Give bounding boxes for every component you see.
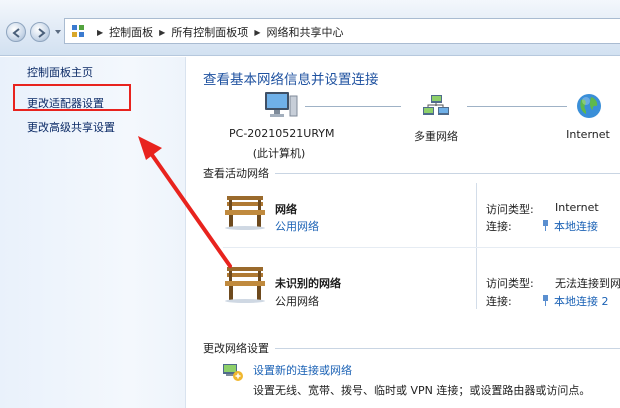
this-computer-label: (此计算机): [252, 147, 306, 160]
breadcrumb[interactable]: ▶ 控制面板 ▶ 所有控制面板项 ▶ 网络和共享中心: [64, 18, 620, 44]
access-type-label: 访问类型:: [486, 203, 534, 216]
connection-label: 连接:: [486, 220, 512, 233]
change-settings-title: 更改网络设置: [203, 342, 269, 355]
page-title: 查看基本网络信息并设置连接: [203, 72, 379, 88]
connection-name: 本地连接: [554, 220, 598, 233]
highlight-box: [13, 84, 131, 111]
network-type: 公用网络: [275, 295, 319, 308]
divider: [275, 348, 620, 349]
multiple-networks-icon: [423, 95, 449, 115]
divider: [275, 173, 620, 174]
network-adapter-icon: [543, 220, 548, 231]
connection-link[interactable]: 本地连接: [541, 218, 598, 234]
chevron-right-icon: ▶: [159, 27, 166, 37]
sidebar-item-control-panel-home[interactable]: 控制面板主页: [27, 64, 93, 80]
divider: [476, 183, 477, 309]
computer-icon: [265, 92, 298, 117]
network-name: 未识别的网络: [275, 277, 341, 290]
address-bar: ▶ 控制面板 ▶ 所有控制面板项 ▶ 网络和共享中心: [0, 0, 620, 56]
connection-link[interactable]: 本地连接 2: [541, 293, 609, 309]
breadcrumb-item-control-panel[interactable]: 控制面板: [109, 24, 153, 40]
active-networks-title: 查看活动网络: [203, 167, 269, 180]
control-panel-icon: [72, 25, 84, 37]
network-type-link[interactable]: 公用网络: [275, 218, 319, 234]
divider: [223, 247, 620, 248]
setup-new-connection-link[interactable]: 设置新的连接或网络: [253, 362, 352, 378]
internet-label: Internet: [566, 128, 610, 141]
network-adapter-icon: [543, 295, 548, 306]
breadcrumb-item-network-center[interactable]: 网络和共享中心: [266, 24, 343, 40]
network-name: 网络: [275, 203, 297, 216]
chevron-right-icon: ▶: [97, 27, 104, 37]
setup-description: 设置无线、宽带、拨号、临时或 VPN 连接；或设置路由器或访问点。: [253, 384, 591, 397]
internet-globe-icon: [577, 94, 601, 118]
map-link-line: [305, 106, 401, 107]
forward-arrow-icon: [38, 28, 46, 38]
access-type-value: Internet: [555, 201, 599, 214]
unidentified-network-bench-icon: [225, 267, 265, 303]
breadcrumb-item-all-items[interactable]: 所有控制面板项: [171, 24, 248, 40]
forward-button[interactable]: [30, 22, 50, 42]
sidebar-item-advanced-sharing-settings[interactable]: 更改高级共享设置: [27, 119, 115, 135]
main-content: 查看基本网络信息并设置连接 PC-20210521URYM (此计算机) 多重网…: [187, 57, 620, 408]
multiple-networks-label[interactable]: 多重网络: [396, 128, 476, 144]
access-type-label: 访问类型:: [486, 277, 534, 290]
chevron-right-icon: ▶: [254, 27, 261, 37]
connection-name: 本地连接 2: [554, 295, 609, 308]
back-button[interactable]: [6, 22, 26, 42]
public-network-bench-icon: [225, 196, 265, 230]
computer-name-label: PC-20210521URYM: [229, 127, 335, 140]
recent-pages-dropdown-icon[interactable]: [54, 28, 62, 36]
connection-label: 连接:: [486, 295, 512, 308]
setup-connection-icon: [223, 364, 243, 381]
map-link-line: [467, 106, 567, 107]
access-type-value: 无法连接到网: [555, 277, 620, 290]
back-arrow-icon: [12, 28, 20, 38]
